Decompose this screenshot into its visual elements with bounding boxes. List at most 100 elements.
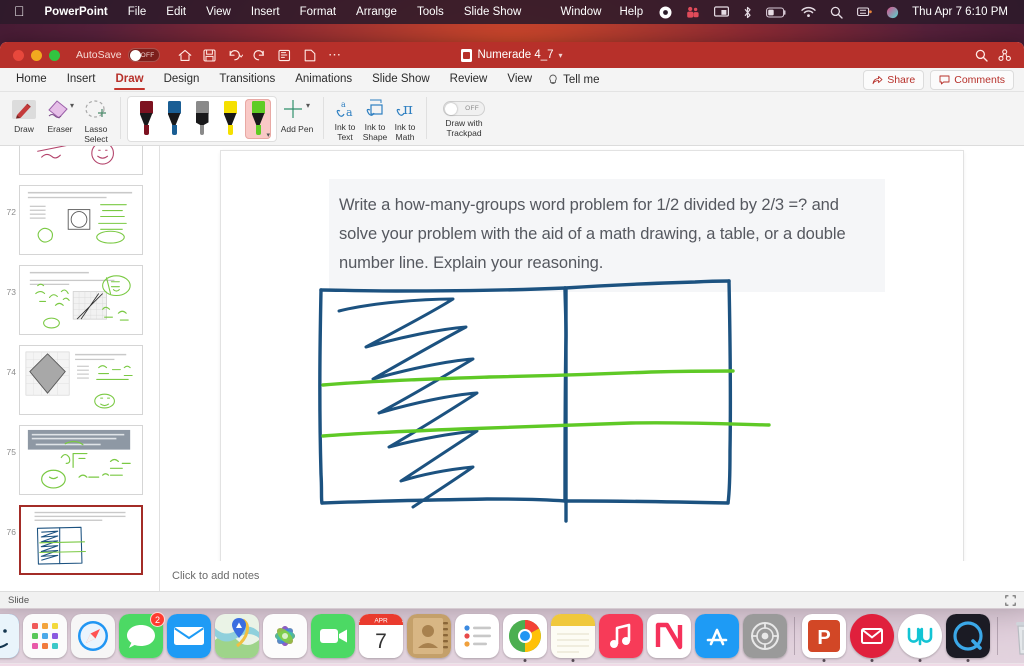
dock-item-webex[interactable] bbox=[898, 614, 942, 662]
slide-thumbnail[interactable] bbox=[19, 185, 143, 255]
list-item[interactable]: 76 bbox=[0, 500, 159, 580]
spotlight-search-icon[interactable] bbox=[823, 0, 850, 24]
slide-editor-pane[interactable]: Write a how-many-groups word problem for… bbox=[160, 146, 1024, 593]
draw-tool-button[interactable]: Draw bbox=[6, 95, 42, 135]
list-item[interactable]: 72 bbox=[0, 180, 159, 260]
list-item[interactable]: 75 bbox=[0, 420, 159, 500]
dock-item-news[interactable] bbox=[647, 614, 691, 658]
wifi-icon[interactable] bbox=[794, 0, 823, 24]
battery-icon[interactable] bbox=[759, 0, 794, 24]
slide-thumbnail-selected[interactable] bbox=[19, 505, 143, 575]
siri-icon[interactable] bbox=[879, 0, 906, 24]
print-icon[interactable] bbox=[274, 45, 296, 65]
redo-icon[interactable] bbox=[249, 45, 271, 65]
minimize-window-button[interactable] bbox=[31, 49, 42, 61]
dock-item-system-preferences[interactable] bbox=[743, 614, 787, 658]
dock-item-photos[interactable] bbox=[263, 614, 307, 658]
menu-item-view[interactable]: View bbox=[196, 0, 241, 24]
tab-review[interactable]: Review bbox=[440, 68, 498, 91]
comments-button[interactable]: Comments bbox=[930, 69, 1014, 90]
home-icon[interactable] bbox=[174, 45, 196, 65]
tab-transitions[interactable]: Transitions bbox=[209, 68, 285, 91]
menu-item-edit[interactable]: Edit bbox=[156, 0, 196, 24]
dock-item-chrome[interactable] bbox=[503, 614, 547, 662]
dock-item-calendar[interactable]: APR 7 bbox=[359, 614, 403, 658]
dock-item-facetime[interactable] bbox=[311, 614, 355, 658]
dock-item-quicktime[interactable] bbox=[946, 614, 990, 662]
tab-slide-show[interactable]: Slide Show bbox=[362, 68, 440, 91]
ink-to-shape-button[interactable]: Ink to Shape bbox=[360, 95, 390, 142]
close-window-button[interactable] bbox=[13, 49, 24, 61]
menu-item-powerpoint[interactable]: PowerPoint bbox=[35, 0, 118, 24]
dock-item-powerpoint[interactable]: P bbox=[802, 614, 846, 662]
menu-item-window[interactable]: Window bbox=[552, 0, 611, 24]
undo-icon[interactable] bbox=[224, 45, 246, 65]
gray-pencil[interactable] bbox=[189, 99, 215, 139]
fit-to-window-icon[interactable] bbox=[1005, 594, 1016, 606]
ink-to-math-button[interactable]: π Ink to Math bbox=[390, 95, 420, 142]
menu-item-insert[interactable]: Insert bbox=[241, 0, 290, 24]
tab-design[interactable]: Design bbox=[154, 68, 210, 91]
slide-thumbnail[interactable] bbox=[19, 265, 143, 335]
tab-view[interactable]: View bbox=[497, 68, 542, 91]
dock-item-outlook[interactable] bbox=[850, 614, 894, 662]
menu-item-slide-show[interactable]: Slide Show bbox=[454, 0, 532, 24]
dock-item-safari[interactable] bbox=[71, 614, 115, 658]
menu-item-format[interactable]: Format bbox=[290, 0, 346, 24]
dock-item-notes[interactable] bbox=[551, 614, 595, 662]
record-circle-icon[interactable] bbox=[652, 0, 679, 24]
dock-item-finder[interactable] bbox=[0, 614, 19, 658]
share-connect-icon[interactable] bbox=[994, 45, 1016, 65]
title-chevron-icon[interactable]: ▾ bbox=[559, 51, 563, 60]
add-pen-button[interactable]: ▾ Add Pen bbox=[277, 95, 317, 135]
lasso-select-tool-button[interactable]: Lasso Select bbox=[78, 95, 114, 144]
dock-item-app-store[interactable] bbox=[695, 614, 739, 658]
dock-item-messages[interactable]: 2 bbox=[119, 612, 165, 658]
tell-me-search[interactable]: Tell me bbox=[548, 74, 600, 86]
apple-logo-icon[interactable]:  bbox=[8, 4, 35, 18]
screen-share-icon[interactable] bbox=[707, 0, 736, 24]
dock-item-launchpad[interactable] bbox=[23, 614, 67, 658]
chevron-down-icon[interactable]: ▾ bbox=[266, 131, 270, 139]
eraser-tool-button[interactable]: ▾ Eraser bbox=[42, 95, 78, 135]
dock-item-trash[interactable] bbox=[1005, 614, 1024, 658]
slide-thumbnail[interactable] bbox=[19, 146, 143, 175]
list-item[interactable]: 74 bbox=[0, 340, 159, 420]
dock-item-music[interactable] bbox=[599, 614, 643, 658]
new-slide-icon[interactable] bbox=[299, 45, 321, 65]
control-center-icon[interactable] bbox=[850, 0, 879, 24]
yellow-highlighter[interactable] bbox=[217, 99, 243, 139]
maximize-window-button[interactable] bbox=[49, 49, 60, 61]
tab-insert[interactable]: Insert bbox=[57, 68, 106, 91]
save-icon[interactable] bbox=[199, 45, 221, 65]
slide-canvas[interactable]: Write a how-many-groups word problem for… bbox=[221, 151, 963, 573]
more-options-icon[interactable]: ⋯ bbox=[324, 45, 346, 65]
notes-pane[interactable]: Click to add notes bbox=[160, 561, 1024, 591]
green-highlighter[interactable]: ▾ bbox=[245, 99, 271, 139]
menu-item-tools[interactable]: Tools bbox=[407, 0, 454, 24]
share-button[interactable]: Share bbox=[863, 69, 925, 90]
menu-item-help[interactable]: Help bbox=[610, 0, 652, 24]
slide-thumbnail[interactable] bbox=[19, 425, 143, 495]
draw-with-trackpad-toggle[interactable]: OFF bbox=[443, 101, 485, 116]
search-icon[interactable] bbox=[970, 45, 992, 65]
slide-thumbnail[interactable] bbox=[19, 345, 143, 415]
bluetooth-icon[interactable] bbox=[736, 0, 759, 24]
dock-item-mail[interactable] bbox=[167, 614, 211, 658]
slide-text-placeholder[interactable]: Write a how-many-groups word problem for… bbox=[329, 179, 885, 292]
tab-animations[interactable]: Animations bbox=[285, 68, 362, 91]
list-item[interactable]: 71 bbox=[0, 146, 159, 180]
dock-item-reminders[interactable] bbox=[455, 614, 499, 658]
ink-to-text-button[interactable]: aa Ink to Text bbox=[330, 95, 360, 142]
autosave-toggle[interactable]: OFF bbox=[127, 48, 160, 62]
menu-bar-clock[interactable]: Thu Apr 7 6:10 PM bbox=[906, 6, 1016, 18]
autosave-control[interactable]: AutoSave OFF bbox=[76, 48, 160, 62]
dock-item-contacts[interactable] bbox=[407, 614, 451, 658]
teams-icon[interactable] bbox=[679, 0, 707, 24]
menu-item-file[interactable]: File bbox=[118, 0, 157, 24]
tab-draw[interactable]: Draw bbox=[105, 68, 153, 91]
slide-thumbnail-panel[interactable]: 71 bbox=[0, 146, 160, 593]
blue-pen[interactable] bbox=[161, 99, 187, 139]
tab-home[interactable]: Home bbox=[6, 68, 57, 91]
dock-item-maps[interactable] bbox=[215, 614, 259, 658]
